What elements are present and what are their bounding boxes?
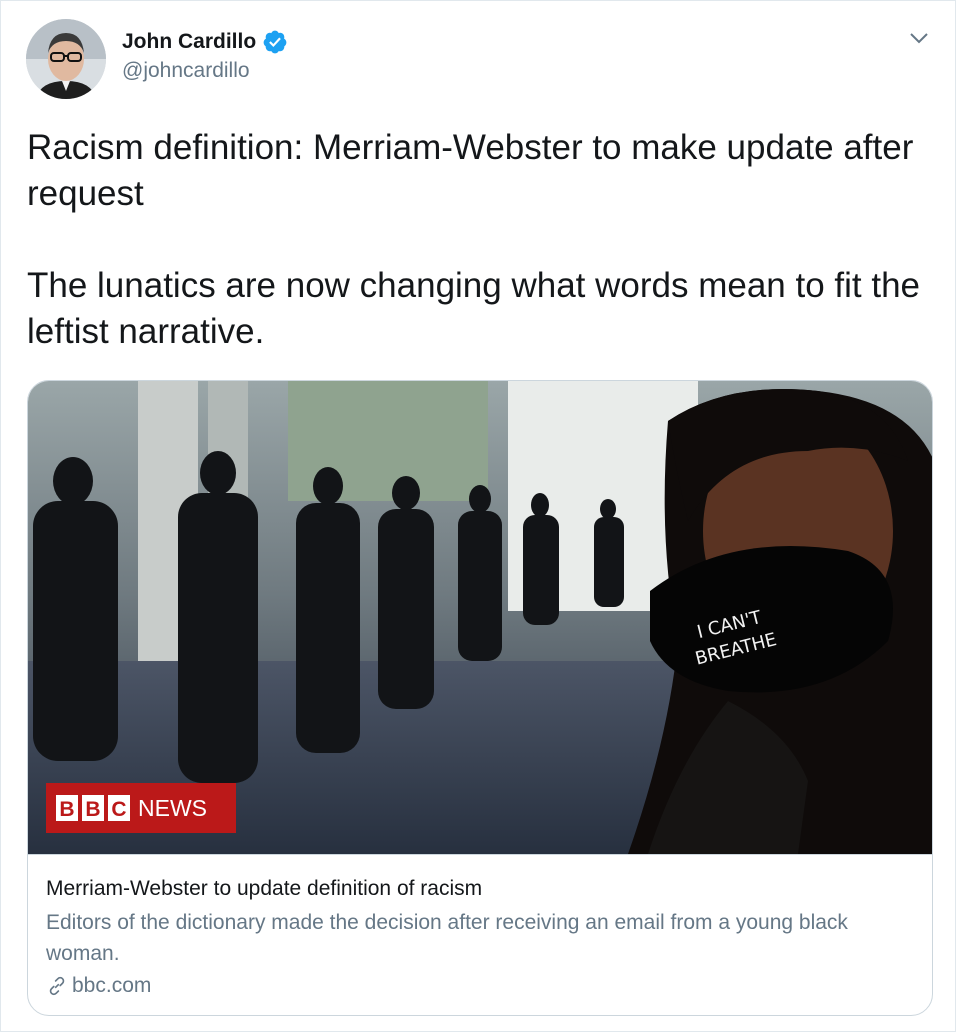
card-description: Editors of the dictionary made the decis… xyxy=(46,911,848,965)
avatar-photo xyxy=(26,19,106,99)
author-name[interactable]: John Cardillo xyxy=(122,30,256,54)
tweet-text: Racism definition: Merriam-Webster to ma… xyxy=(27,128,920,351)
card-domain-row: bbc.com xyxy=(46,971,914,1001)
tweet[interactable]: John Cardillo @johncardillo Racism defin… xyxy=(0,0,956,1032)
svg-text:C: C xyxy=(111,798,126,821)
author-name-row[interactable]: John Cardillo xyxy=(122,29,288,55)
verified-badge-icon xyxy=(263,30,287,54)
link-icon xyxy=(49,976,65,996)
card-domain: bbc.com xyxy=(72,974,152,997)
card-title[interactable]: Merriam-Webster to update definition of … xyxy=(46,875,914,903)
author-handle[interactable]: @johncardillo xyxy=(122,59,250,83)
chevron-down-icon[interactable] xyxy=(909,31,929,45)
card-meta[interactable]: Merriam-Webster to update definition of … xyxy=(28,854,932,1001)
card-image[interactable]: I CAN'T BREATHE B B C NEWS xyxy=(28,381,933,854)
link-card[interactable]: I CAN'T BREATHE B B C NEWS Merriam-Webst… xyxy=(27,380,933,1016)
svg-text:B: B xyxy=(85,798,100,821)
svg-text:B: B xyxy=(59,798,74,821)
avatar[interactable] xyxy=(26,19,106,99)
svg-text:NEWS: NEWS xyxy=(138,795,207,821)
bbc-news-logo: B B C NEWS xyxy=(46,783,236,833)
